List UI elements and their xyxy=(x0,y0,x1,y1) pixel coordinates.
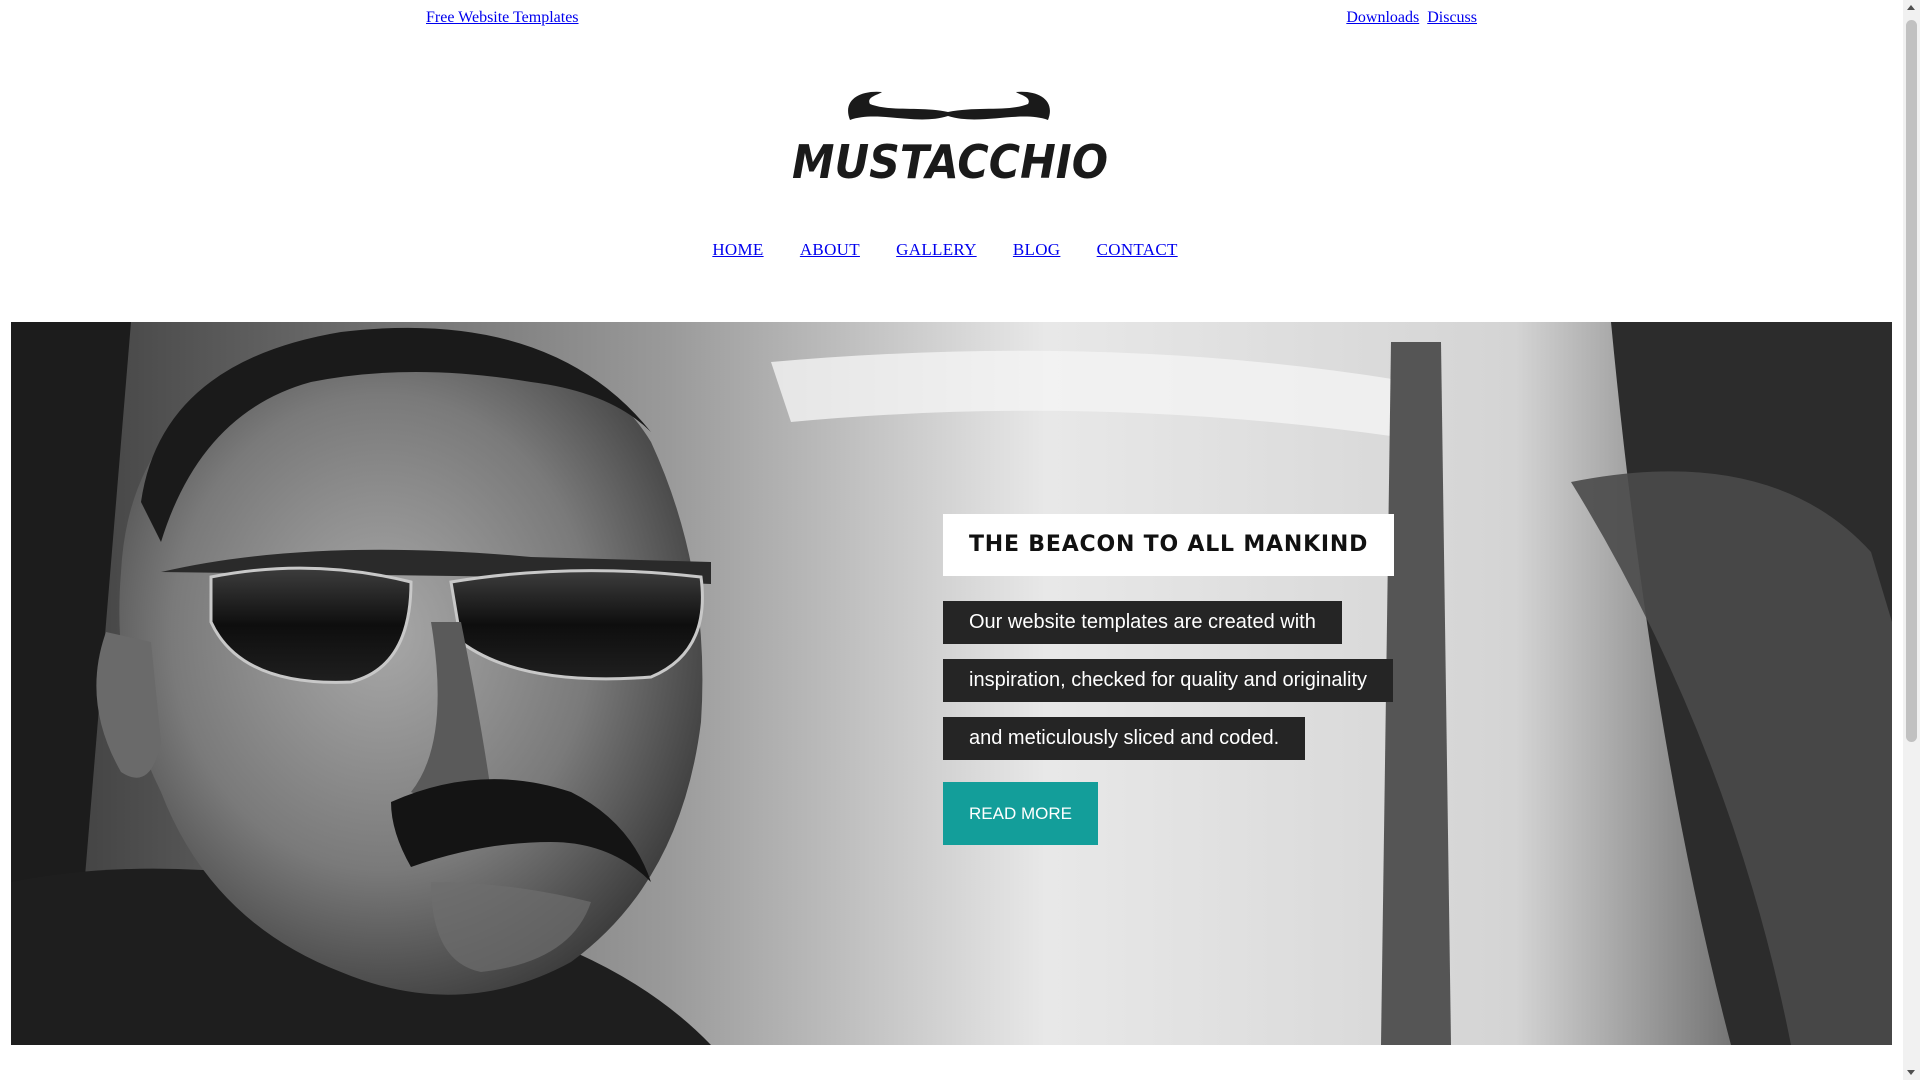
hero-caption: THE BEACON TO ALL MANKIND Our website te… xyxy=(943,514,1395,845)
logo-text: MUSTACCHIO xyxy=(792,135,1108,186)
scroll-down-arrow-icon[interactable] xyxy=(1907,1070,1915,1075)
hero-banner: THE BEACON TO ALL MANKIND Our website te… xyxy=(11,322,1892,1045)
main-nav: HOME ABOUT GALLERY BLOG CONTACT xyxy=(0,240,1890,260)
scroll-up-arrow-icon[interactable] xyxy=(1907,5,1915,10)
free-website-templates-link[interactable]: Free Website Templates xyxy=(426,9,579,27)
top-bar: Free Website Templates Downloads Discuss xyxy=(426,9,1477,31)
downloads-link[interactable]: Downloads xyxy=(1346,9,1419,26)
top-right-links: Downloads Discuss xyxy=(1346,9,1477,27)
mustache-logo-icon: MUSTACCHIO xyxy=(792,91,1108,186)
nav-item-gallery[interactable]: GALLERY xyxy=(896,240,976,259)
vertical-scrollbar[interactable] xyxy=(1903,0,1920,1080)
hero-text-line: inspiration, checked for quality and ori… xyxy=(943,659,1393,702)
read-more-button[interactable]: READ MORE xyxy=(943,782,1098,845)
nav-item-blog[interactable]: BLOG xyxy=(1013,240,1060,259)
logo[interactable]: MUSTACCHIO xyxy=(790,86,1110,186)
hero-headline: THE BEACON TO ALL MANKIND xyxy=(943,514,1395,576)
nav-item-about[interactable]: ABOUT xyxy=(800,240,860,259)
hero-text-line: Our website templates are created with xyxy=(943,601,1342,644)
nav-item-contact[interactable]: CONTACT xyxy=(1097,240,1178,259)
scroll-thumb[interactable] xyxy=(1906,20,1917,742)
hero-text-line: and meticulously sliced and coded. xyxy=(943,717,1306,760)
nav-item-home[interactable]: HOME xyxy=(712,240,763,259)
hero-text: Our website templates are created with i… xyxy=(943,601,1394,760)
discuss-link[interactable]: Discuss xyxy=(1427,9,1477,26)
